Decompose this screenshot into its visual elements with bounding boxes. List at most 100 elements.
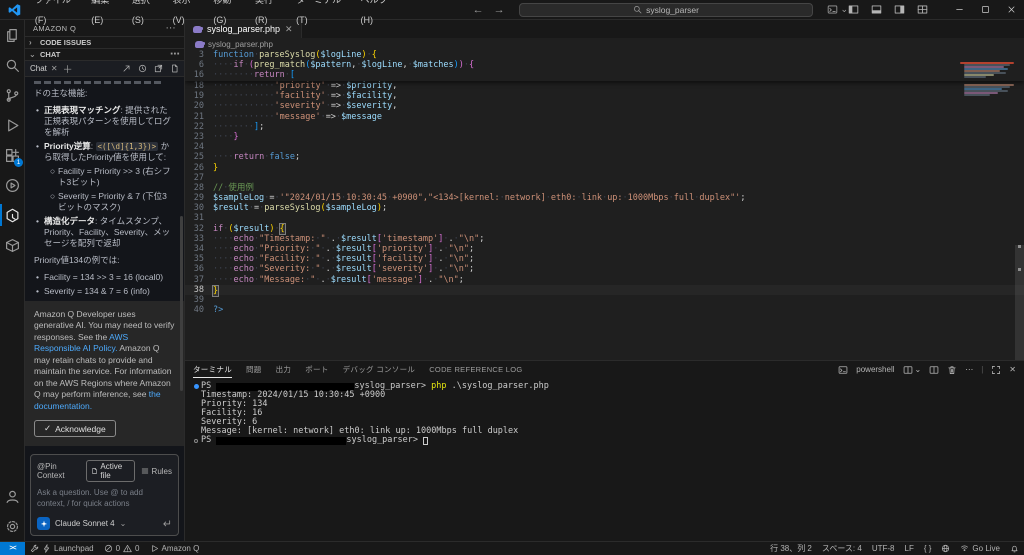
code-line-26[interactable]: 26} <box>185 163 1024 173</box>
code-line-23[interactable]: 23····} <box>185 132 1024 142</box>
activity-item-source-control[interactable] <box>0 80 25 110</box>
new-chat-tab-button[interactable]: ＋ <box>63 61 73 76</box>
activity-item-extensions[interactable]: 1 <box>0 140 25 170</box>
activity-item-account[interactable] <box>0 481 25 511</box>
panel-more-icon[interactable]: ⋯ <box>965 365 973 374</box>
menu-item-4[interactable]: 移動(G) <box>206 0 248 30</box>
split-terminal-icon[interactable] <box>903 365 913 375</box>
active-file-chip[interactable]: Active file <box>86 460 135 482</box>
code-line-36[interactable]: 36····echo·"Severity:·"·.·$result['sever… <box>185 264 1024 274</box>
activity-item-settings[interactable] <box>0 511 25 541</box>
code-line-35[interactable]: 35····echo·"Facility:·"·.·$result['facil… <box>185 254 1024 264</box>
code-line-24[interactable]: 24 <box>185 142 1024 152</box>
rules-button[interactable]: Rules <box>141 467 172 476</box>
code-line-32[interactable]: 32if·($result)·{ <box>185 224 1024 234</box>
menu-item-7[interactable]: ヘルプ(H) <box>353 0 402 30</box>
menu-item-0[interactable]: ファイル(F) <box>28 0 84 30</box>
eol-item[interactable]: LF <box>900 542 919 555</box>
shell-label[interactable]: powershell <box>856 365 894 374</box>
panel-tab-0[interactable]: ターミナル <box>193 362 232 378</box>
activity-item-explorer[interactable] <box>0 20 25 50</box>
acknowledge-button[interactable]: ✓ Acknowledge <box>34 420 116 437</box>
browser-preview-item[interactable] <box>936 542 955 555</box>
panel-tab-4[interactable]: デバッグ コンソール <box>343 362 416 378</box>
code-line-27[interactable]: 27 <box>185 173 1024 183</box>
code-line-34[interactable]: 34····echo·"Priority:·"·.·$result['prior… <box>185 244 1024 254</box>
launch-profile-chevron-icon[interactable]: ⌄ <box>915 365 922 374</box>
code-line-16[interactable]: 16········return·[ <box>185 70 1024 80</box>
command-center-search[interactable]: syslog_parser <box>519 3 814 17</box>
disclaimer-link[interactable]: the documentation. <box>34 389 161 411</box>
panel-tab-1[interactable]: 問題 <box>246 362 262 378</box>
remote-indicator[interactable]: >< <box>0 542 25 555</box>
window-close-button[interactable] <box>998 0 1024 20</box>
code-line-39[interactable]: 39 <box>185 295 1024 305</box>
toggle-panel-icon[interactable] <box>871 4 882 15</box>
window-minimize-button[interactable] <box>946 0 972 20</box>
go-live-item[interactable]: Go Live <box>955 542 1005 555</box>
menu-item-3[interactable]: 表示(V) <box>166 0 207 30</box>
code-line-28[interactable]: 28//·使用例 <box>185 183 1024 193</box>
amazon-q-status-item[interactable]: Amazon Q <box>145 542 205 555</box>
code-line-18[interactable]: 18············'priority'·=>·$priority, <box>185 81 1024 91</box>
maximize-panel-icon[interactable] <box>991 365 1001 375</box>
code-line-21[interactable]: 21············'message'·=>·$message <box>185 112 1024 122</box>
new-terminal-icon[interactable] <box>929 365 939 375</box>
menu-item-5[interactable]: 実行(R) <box>248 0 289 30</box>
disclaimer-link[interactable]: AWS Responsible AI Policy. <box>34 332 128 354</box>
chat-input-placeholder[interactable]: Ask a question. Use @ to add context, / … <box>37 488 172 509</box>
section-chat[interactable]: ⌄ CHAT ⋯ <box>25 48 184 60</box>
nav-forward-button[interactable]: → <box>494 4 505 16</box>
code-line-20[interactable]: 20············'severity'·=>·$severity, <box>185 101 1024 111</box>
send-icon[interactable] <box>161 518 172 529</box>
code-line-3[interactable]: 3function·parseSyslog($logLine)·{ <box>185 50 1024 60</box>
model-selector[interactable]: Claude Sonnet 4 <box>55 519 115 528</box>
activity-item-run-debug[interactable] <box>0 110 25 140</box>
code-line-30[interactable]: 30$result·=·parseSyslog($sampleLog); <box>185 203 1024 213</box>
toggle-secondary-sidebar-icon[interactable] <box>894 4 905 15</box>
code-line-29[interactable]: 29$sampleLog·=·'"2024/01/15·10:30:45·+09… <box>185 193 1024 203</box>
chat-tab-close-icon[interactable]: ✕ <box>51 64 58 73</box>
code-line-37[interactable]: 37····echo·"Message:·"·.·$result['messag… <box>185 275 1024 285</box>
chat-tab[interactable]: Chat ✕ <box>30 64 58 73</box>
menu-item-2[interactable]: 選択(S) <box>125 0 166 30</box>
line-col-item[interactable]: 行 38、列 2 <box>765 542 817 555</box>
toggle-sidebar-icon[interactable] <box>848 4 859 15</box>
activity-item-aws-toolkit[interactable] <box>0 230 25 260</box>
language-mode-item[interactable]: { } <box>919 542 937 555</box>
chat-input-box[interactable]: @Pin Context Active file Rules Ask a que… <box>30 454 179 536</box>
panel-tab-5[interactable]: CODE REFERENCE LOG <box>429 362 522 378</box>
code-line-31[interactable]: 31 <box>185 213 1024 223</box>
code-line-19[interactable]: 19············'facility'·=>·$facility, <box>185 91 1024 101</box>
chat-scrollbar[interactable] <box>180 216 183 391</box>
code-line-22[interactable]: 22········]; <box>185 122 1024 132</box>
activity-item-run-circle[interactable] <box>0 170 25 200</box>
code-line-38[interactable]: 38} <box>185 285 1024 295</box>
code-line-6[interactable]: 6····if·(preg_match($pattern,·$logLine,·… <box>185 60 1024 70</box>
pin-context-button[interactable]: @Pin Context <box>37 462 80 480</box>
activity-item-amazon-q[interactable] <box>0 200 25 230</box>
activity-item-search[interactable] <box>0 50 25 80</box>
section-code-issues[interactable]: › CODE ISSUES <box>25 36 184 48</box>
encoding-item[interactable]: UTF-8 <box>867 542 900 555</box>
problems-item[interactable]: 0 0 <box>99 542 145 555</box>
pop-out-icon[interactable] <box>122 64 131 73</box>
kill-terminal-icon[interactable] <box>947 365 957 375</box>
editor-scrollbar[interactable] <box>1015 245 1024 360</box>
panel-tab-2[interactable]: 出力 <box>276 362 292 378</box>
code-editor[interactable]: 18············'priority'·=>·$priority,19… <box>185 50 1024 360</box>
menu-item-6[interactable]: ターミナル(T) <box>289 0 353 30</box>
close-panel-icon[interactable]: ✕ <box>1009 365 1016 374</box>
code-line-25[interactable]: 25····return·false; <box>185 152 1024 162</box>
nav-back-button[interactable]: ← <box>473 4 484 16</box>
new-file-icon[interactable] <box>170 64 179 73</box>
minimap[interactable] <box>960 64 1014 118</box>
notifications-item[interactable] <box>1005 542 1024 555</box>
code-line-40[interactable]: 40?> <box>185 305 1024 315</box>
breadcrumb[interactable]: syslog_parser.php <box>185 38 1024 50</box>
terminal-output[interactable]: PS syslog_parser> php .\syslog_parser.ph… <box>185 378 1024 445</box>
chat-more-actions-icon[interactable]: ⋯ <box>170 49 180 60</box>
indentation-item[interactable]: スペース: 4 <box>817 542 867 555</box>
menu-item-1[interactable]: 編集(E) <box>84 0 125 30</box>
launchpad-item[interactable]: Launchpad <box>25 542 99 555</box>
